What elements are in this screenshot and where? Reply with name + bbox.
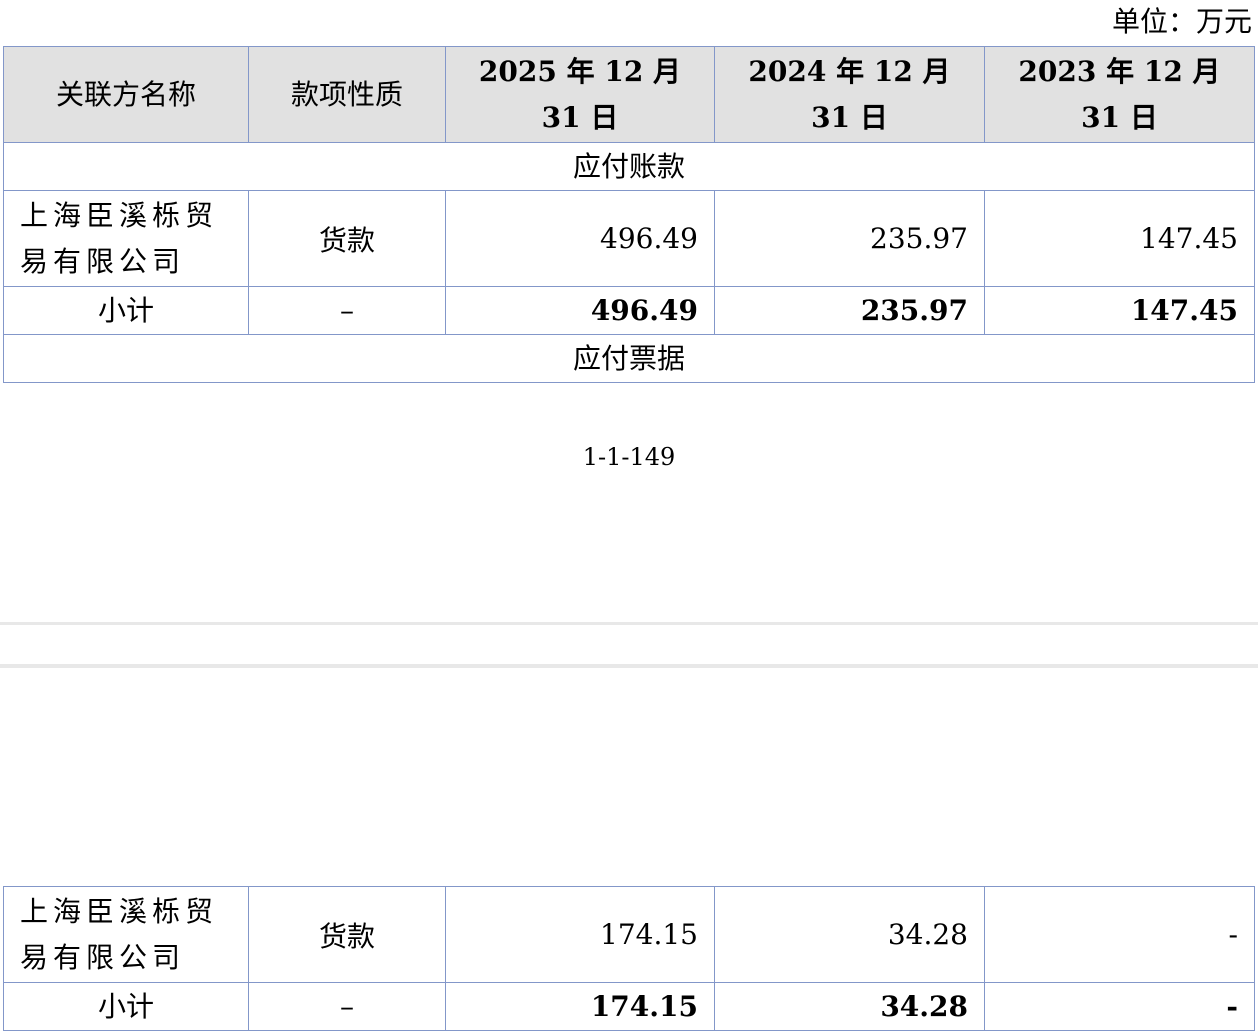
section-title-payables: 应付账款 [3,142,1255,191]
header-2024: 2024 年 12 月 31 日 [714,46,985,143]
subtotal-2023: - [984,982,1255,1031]
subtotal-2024: 235.97 [714,286,985,335]
subtotal-nature-dash: – [248,982,446,1031]
related-party-table-page2: 上海臣溪栎贸易有限公司 货款 174.15 34.28 - 小计 – 174.1… [3,886,1255,1031]
value-2025-cell: 496.49 [445,190,715,287]
subtotal-2023: 147.45 [984,286,1255,335]
section-row: 应付账款 [3,142,1255,191]
header-nature: 款项性质 [248,46,446,143]
subtotal-label: 小计 [3,982,249,1031]
nature-cell: 货款 [248,886,446,983]
value-2025-cell: 174.15 [445,886,715,983]
section-title-notes: 应付票据 [3,334,1255,383]
table-row: 上海臣溪栎贸易有限公司 货款 174.15 34.28 - [3,886,1255,983]
value-2024-cell: 34.28 [714,886,985,983]
page-break-divider [0,664,1258,668]
value-2023-cell: 147.45 [984,190,1255,287]
subtotal-row: 小计 – 174.15 34.28 - [3,982,1255,1031]
header-party-name: 关联方名称 [3,46,249,143]
table-header-row: 关联方名称 款项性质 2025 年 12 月 31 日 2024 年 12 月 … [3,46,1255,143]
header-2023: 2023 年 12 月 31 日 [984,46,1255,143]
page-number: 1-1-149 [582,443,676,471]
subtotal-row: 小计 – 496.49 235.97 147.45 [3,286,1255,335]
subtotal-nature-dash: – [248,286,446,335]
unit-label: 单位：万元 [1111,5,1252,38]
subtotal-2025: 174.15 [445,982,715,1031]
header-2025: 2025 年 12 月 31 日 [445,46,715,143]
party-name-cell: 上海臣溪栎贸易有限公司 [3,886,249,983]
subtotal-2025: 496.49 [445,286,715,335]
related-party-table-page1: 关联方名称 款项性质 2025 年 12 月 31 日 2024 年 12 月 … [3,46,1255,383]
subtotal-2024: 34.28 [714,982,985,1031]
value-2023-cell: - [984,886,1255,983]
section-row: 应付票据 [3,334,1255,383]
value-2024-cell: 235.97 [714,190,985,287]
nature-cell: 货款 [248,190,446,287]
table-row: 上海臣溪栎贸易有限公司 货款 496.49 235.97 147.45 [3,190,1255,287]
page-break-divider [0,622,1258,625]
subtotal-label: 小计 [3,286,249,335]
party-name-cell: 上海臣溪栎贸易有限公司 [3,190,249,287]
